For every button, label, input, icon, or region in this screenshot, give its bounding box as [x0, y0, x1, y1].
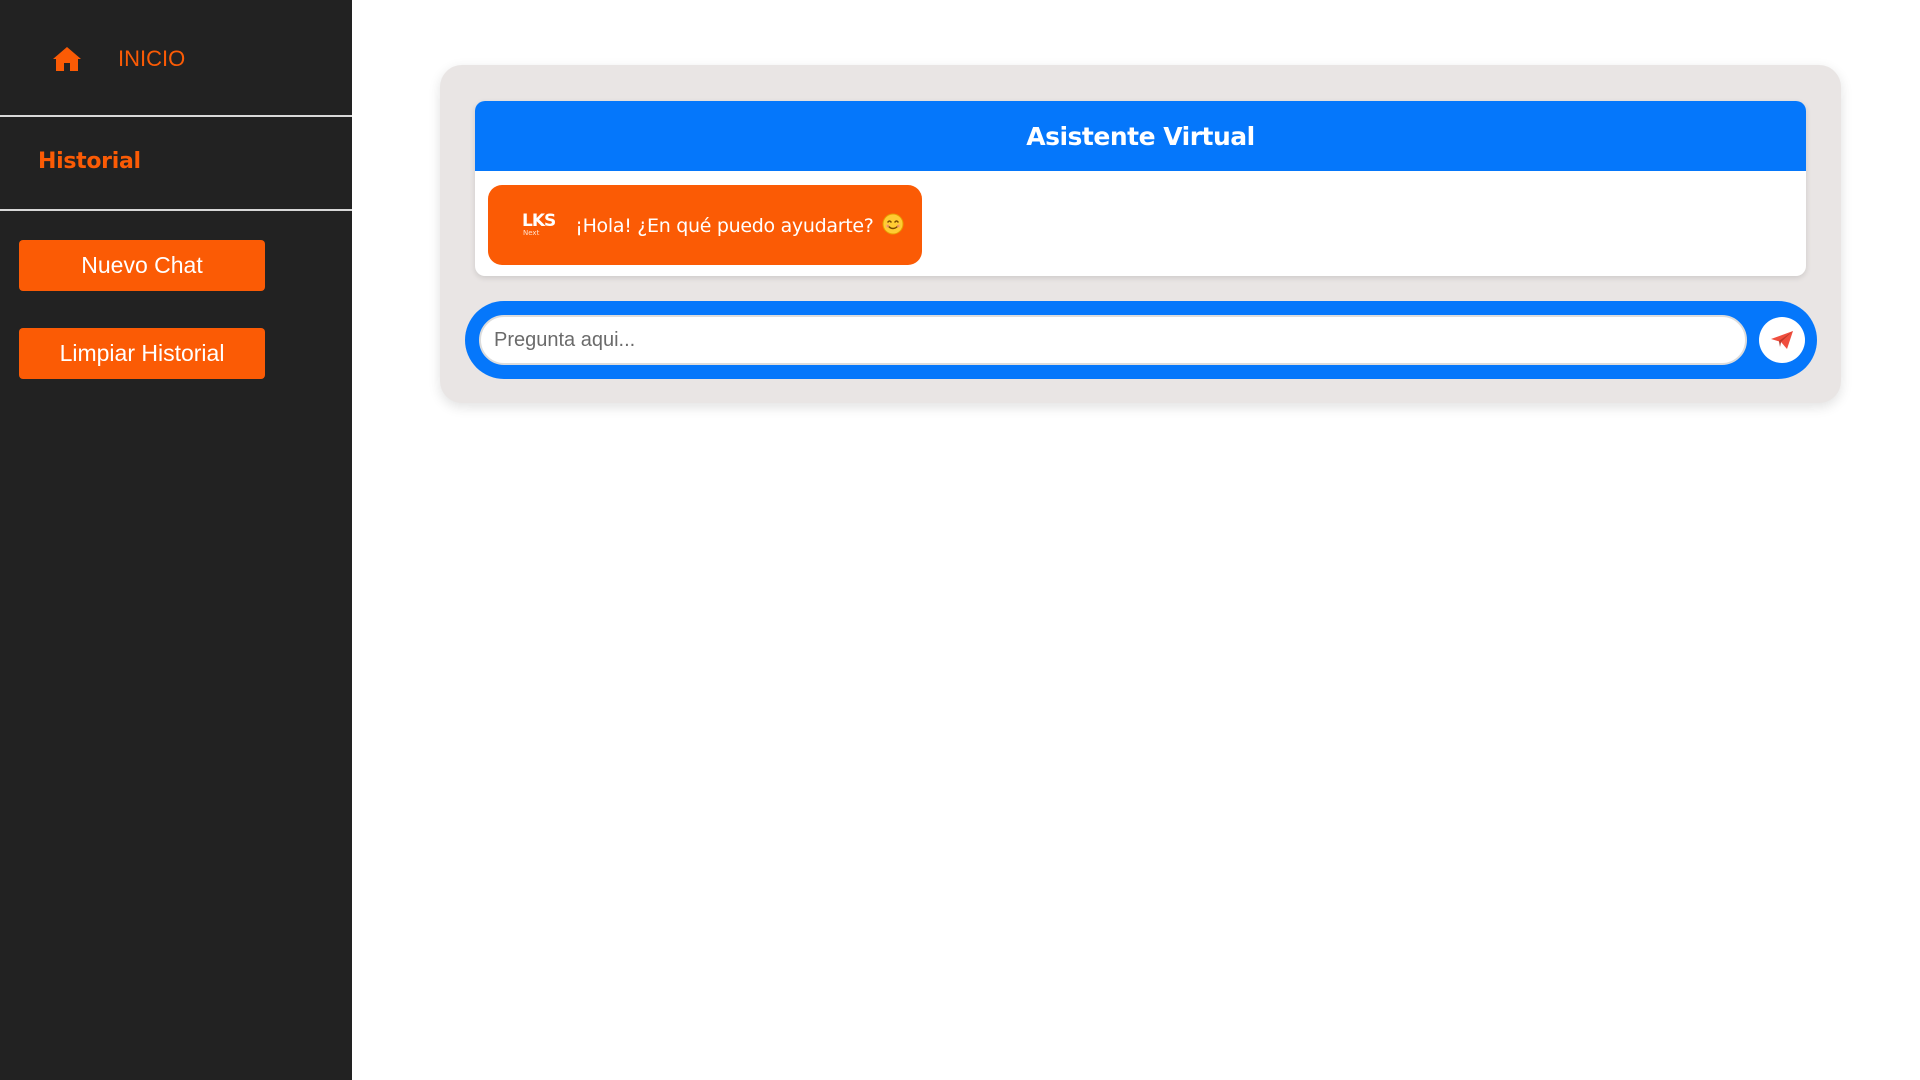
sidebar: INICIO Historial Nuevo Chat Limpiar Hist…: [0, 0, 352, 1080]
chat-window: Asistente Virtual LKS Next ¡Hola! ¿En qu…: [475, 101, 1806, 276]
bot-avatar-logo: LKS: [522, 211, 556, 231]
bot-avatar: LKS Next: [522, 211, 556, 237]
new-chat-button[interactable]: Nuevo Chat: [19, 240, 265, 291]
send-button[interactable]: [1759, 317, 1805, 363]
home-icon: [52, 46, 82, 72]
home-label: INICIO: [118, 46, 186, 71]
sidebar-divider: [0, 209, 352, 211]
smile-emoji-icon: [882, 213, 904, 235]
clear-history-button[interactable]: Limpiar Historial: [19, 328, 265, 379]
chat-container: Asistente Virtual LKS Next ¡Hola! ¿En qu…: [440, 65, 1841, 403]
message-input[interactable]: [479, 315, 1747, 365]
bot-avatar-sub: Next: [523, 229, 540, 237]
message-input-bar: [465, 301, 1817, 379]
chat-title: Asistente Virtual: [475, 101, 1806, 171]
bot-message-text: ¡Hola! ¿En qué puedo ayudarte?: [575, 213, 904, 237]
bot-message-content: ¡Hola! ¿En qué puedo ayudarte?: [575, 215, 874, 237]
sidebar-divider: [0, 115, 352, 117]
bot-message: LKS Next ¡Hola! ¿En qué puedo ayudarte?: [488, 185, 923, 265]
send-icon: [1771, 331, 1793, 349]
home-link[interactable]: INICIO: [52, 42, 185, 76]
history-title: Historial: [38, 149, 141, 174]
